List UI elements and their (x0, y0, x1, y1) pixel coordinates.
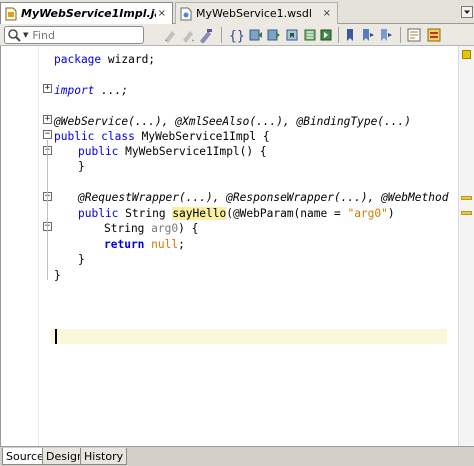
annotation-mark[interactable] (461, 196, 472, 200)
fold-expand-icon[interactable]: + (43, 84, 52, 93)
status-indicator-icon (462, 50, 471, 59)
toolbar-separator (338, 27, 339, 43)
code-line: @RequestWrapper(...), @ResponseWrapper(.… (78, 191, 449, 204)
wsdl-file-icon (180, 7, 192, 20)
tab-mywebservice1-wsdl[interactable]: MyWebService1.wsdl × (175, 2, 338, 24)
close-tab-icon[interactable]: × (321, 8, 333, 19)
current-line-highlight (51, 329, 447, 344)
gutter-divider (38, 46, 39, 446)
fold-guide (47, 140, 48, 280)
close-tab-icon[interactable]: × (156, 8, 168, 19)
highlight-next-icon[interactable] (180, 27, 196, 43)
find-box[interactable]: ▼ (4, 26, 144, 44)
fold-expand-icon[interactable]: + (43, 115, 52, 124)
chevron-down-icon (461, 6, 473, 18)
tab-history[interactable]: History (80, 448, 128, 465)
comment-icon[interactable] (406, 27, 422, 43)
stop-macro-icon[interactable] (360, 27, 376, 43)
toolbar-separator (400, 27, 401, 43)
uncomment-icon[interactable] (426, 27, 442, 43)
editor-toolbar: ▼ {} (0, 24, 474, 46)
error-stripe[interactable] (458, 46, 474, 446)
svg-text:{}: {} (229, 29, 244, 43)
shift-line-left-icon[interactable] (302, 27, 318, 43)
search-options-chevron-icon[interactable]: ▼ (23, 31, 28, 39)
tab-mywebservice1impl-java[interactable]: MyWebService1Impl.java × (0, 2, 173, 24)
toggle-bookmark-icon[interactable] (284, 27, 300, 43)
method-name-highlight: sayHello (172, 207, 227, 220)
code-line: public String sayHello(@WebParam(name = … (78, 207, 395, 220)
run-macro-icon[interactable] (378, 27, 394, 43)
toggle-rectangular-selection-icon[interactable]: {} (228, 27, 244, 43)
code-line: public class MyWebService1Impl { (54, 130, 270, 143)
view-tab-bar: Source Design History (0, 446, 474, 466)
code-line: String arg0) { (104, 222, 199, 235)
editor-window: MyWebService1Impl.java × MyWebService1.w… (0, 0, 474, 466)
toolbar-separator (221, 27, 222, 43)
code-editor[interactable]: + + − − + − package wizard; import ...; … (0, 46, 474, 446)
find-input[interactable] (32, 28, 133, 42)
fold-collapse-icon[interactable]: − (43, 130, 52, 139)
annotation-mark[interactable] (461, 211, 472, 215)
code-line: } (78, 160, 85, 173)
editor-tab-bar: MyWebService1Impl.java × MyWebService1.w… (0, 0, 474, 24)
code-line: package wizard; (54, 53, 156, 66)
tab-label: MyWebService1.wsdl (196, 7, 312, 20)
text-cursor (55, 329, 57, 344)
tab-list-dropdown[interactable] (460, 0, 474, 24)
code-line: return null; (104, 238, 185, 251)
java-file-icon (5, 7, 17, 20)
search-icon (8, 29, 21, 42)
code-line: } (78, 253, 85, 266)
start-macro-icon[interactable] (342, 27, 358, 43)
shift-line-right-icon[interactable] (318, 27, 334, 43)
previous-bookmark-icon[interactable] (248, 27, 264, 43)
highlight-previous-icon[interactable] (162, 27, 178, 43)
code-line: @WebService(...), @XmlSeeAlso(...), @Bin… (54, 115, 411, 128)
code-line: } (54, 269, 61, 282)
line-gutter[interactable] (1, 46, 51, 446)
tab-label: MyWebService1Impl.java (21, 7, 156, 20)
next-bookmark-icon[interactable] (266, 27, 282, 43)
toggle-highlight-icon[interactable] (198, 27, 214, 43)
tab-source[interactable]: Source (2, 448, 48, 465)
code-line: public MyWebService1Impl() { (78, 145, 267, 158)
code-line: import ...; (54, 84, 129, 97)
